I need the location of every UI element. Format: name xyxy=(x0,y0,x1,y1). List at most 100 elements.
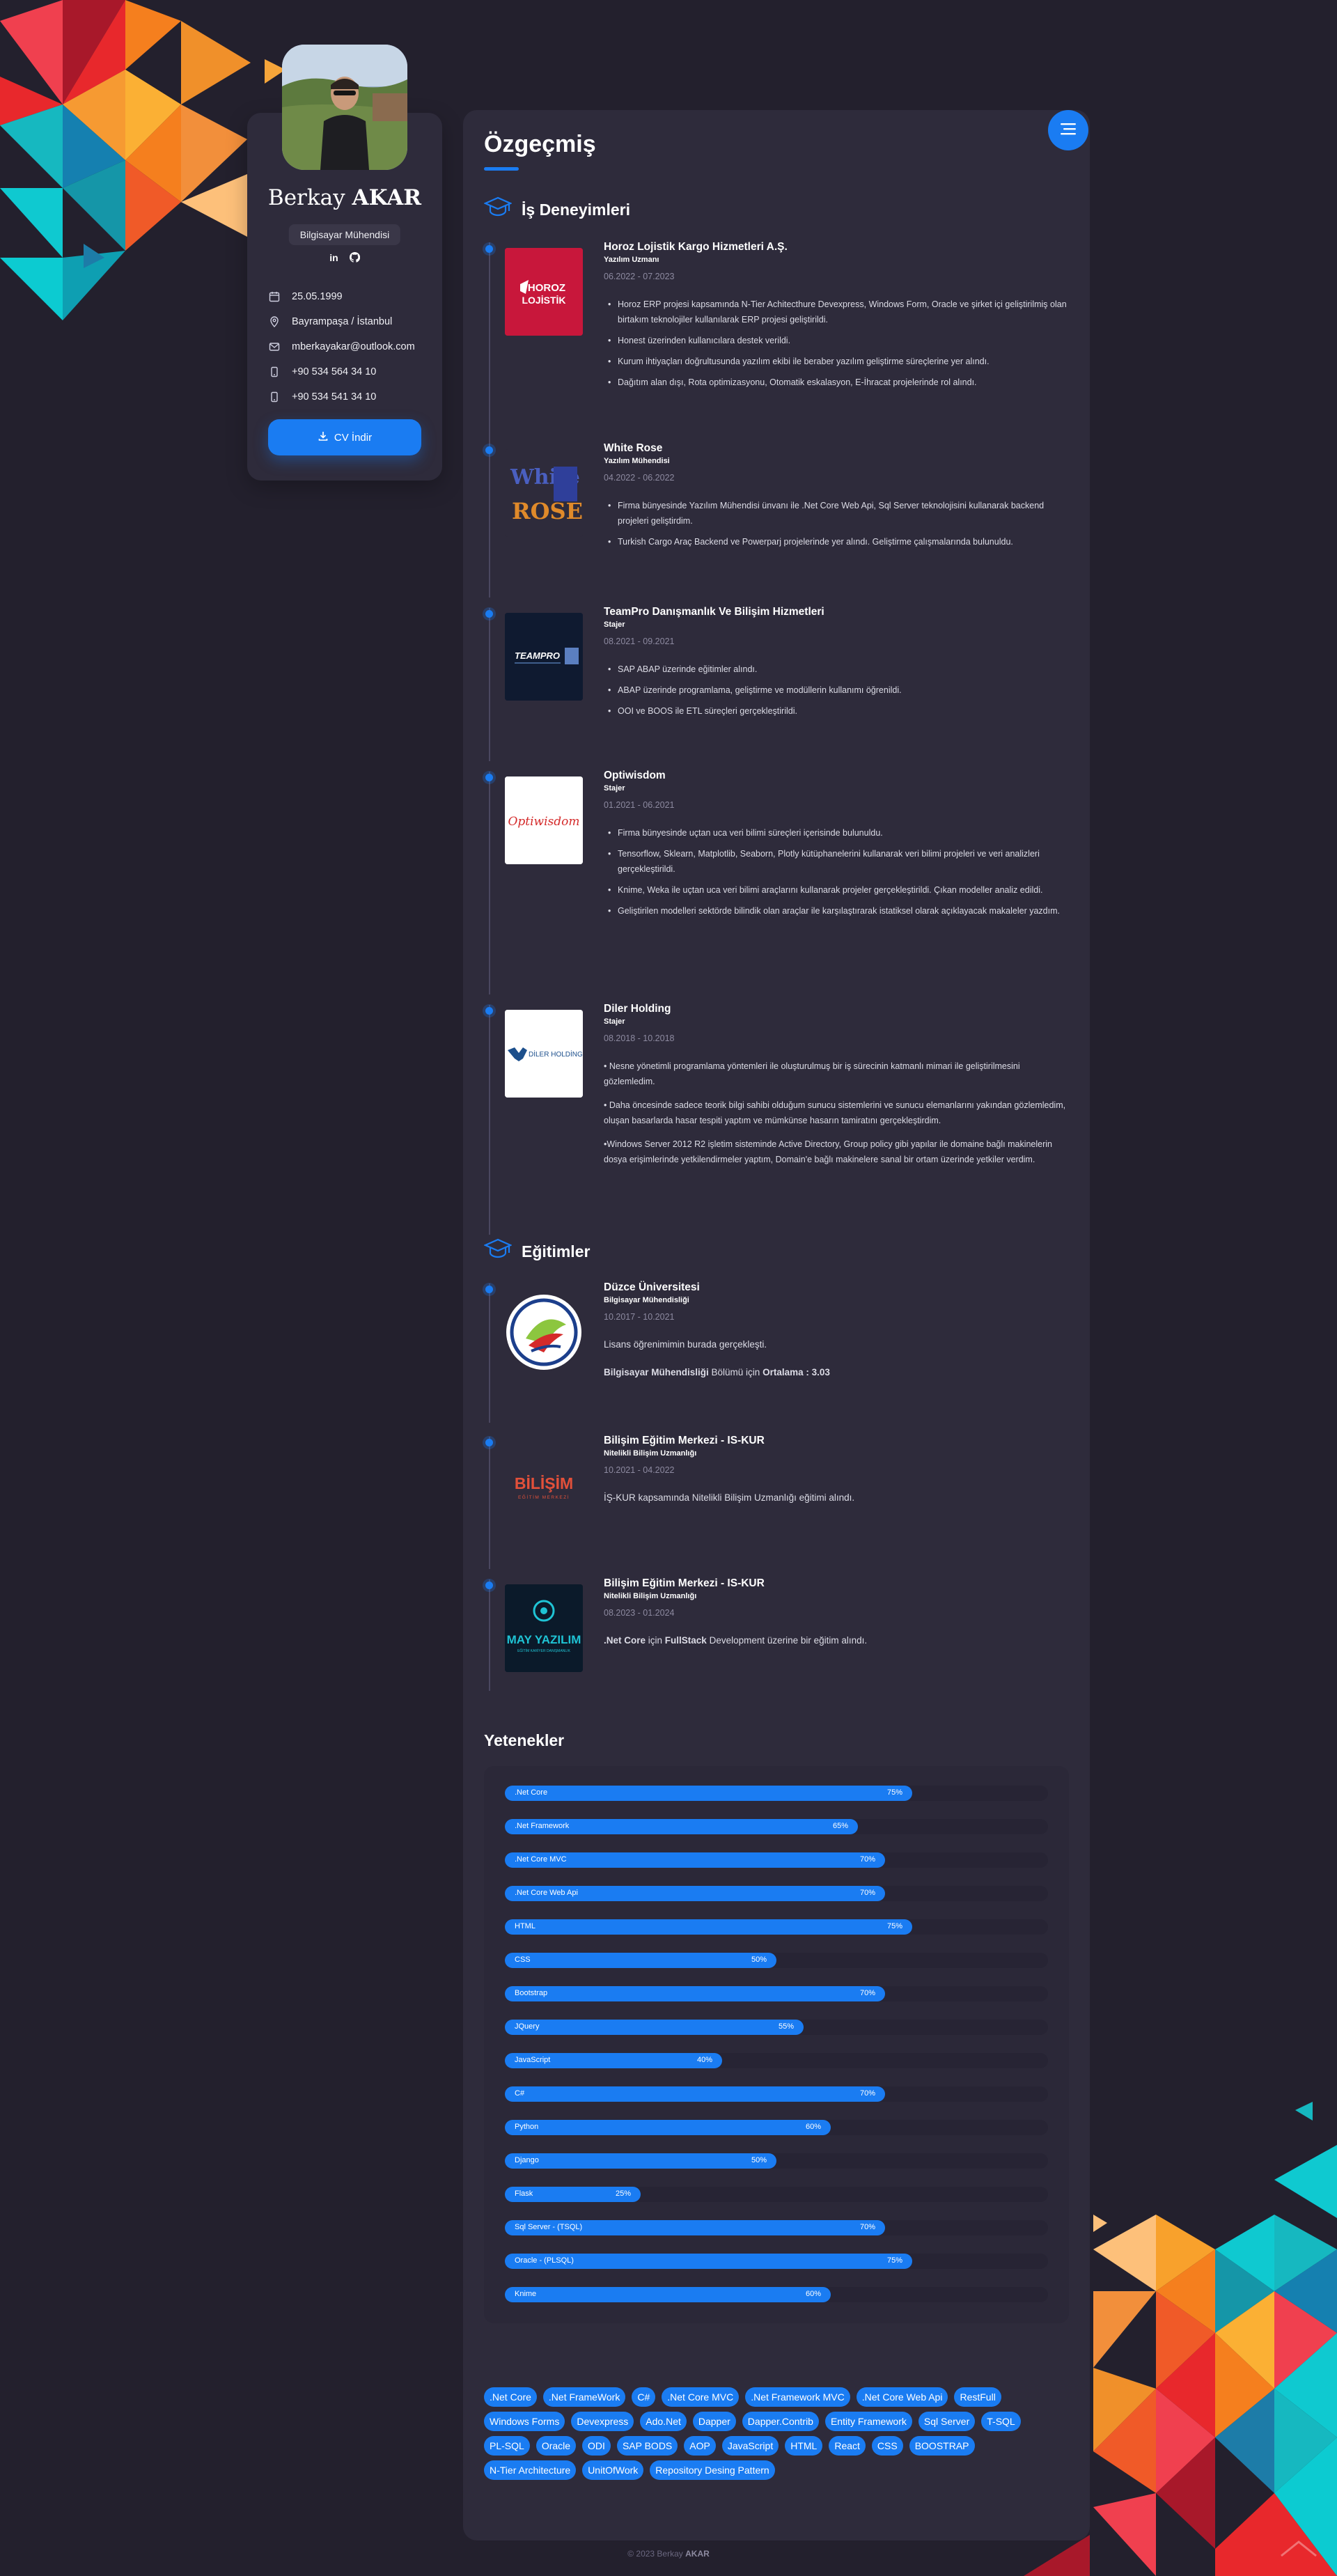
date-range: 08.2018 - 10.2018 xyxy=(604,1033,675,1043)
hamburger-menu-icon xyxy=(1061,123,1076,139)
detail-paragraph: • Nesne yönetimli programlama yöntemleri… xyxy=(604,1061,1020,1086)
technology-tag: React xyxy=(829,2436,866,2456)
avatar xyxy=(282,45,407,170)
company-name: Diler Holding xyxy=(604,1003,671,1015)
svg-text:MAY YAZILIM: MAY YAZILIM xyxy=(507,1633,581,1646)
location-row: Bayrampaşa / İstanbul xyxy=(268,309,428,334)
github-icon[interactable] xyxy=(349,251,360,265)
menu-button[interactable] xyxy=(1048,110,1088,150)
experience-heading: İş Deneyimleri xyxy=(483,195,630,224)
svg-text:DİLER HOLDİNG: DİLER HOLDİNG xyxy=(529,1049,583,1059)
school-name: Bilişim Eğitim Merkezi - IS-KUR xyxy=(604,1577,765,1589)
skill-name: Sql Server - (TSQL) xyxy=(515,2223,583,2231)
skill-percent: 60% xyxy=(805,2123,821,2131)
skill-bar-fill: .Net Core MVC 70% xyxy=(505,1852,885,1868)
page-title: Özgeçmiş xyxy=(484,131,596,157)
education-item: BİLİŞİM EĞİTİM MERKEZİ Bilişim Eğitim Mer… xyxy=(484,1435,1069,1574)
school-logo xyxy=(505,1288,583,1376)
role-title: Yazılım Uzmanı xyxy=(604,256,659,264)
cv-download-button[interactable]: CV İndir xyxy=(268,419,421,455)
skill-row: Oracle - (PLSQL) 75% xyxy=(505,2254,1048,2269)
skill-bar-fill: Flask 25% xyxy=(505,2187,641,2202)
graduation-cap-icon xyxy=(483,1237,513,1266)
skill-percent: 70% xyxy=(859,2089,875,2098)
skill-bar-fill: JQuery 55% xyxy=(505,2020,804,2035)
skill-name: .Net Core Web Api xyxy=(515,1889,578,1897)
company-logo: Optiwisdom xyxy=(505,776,583,864)
technology-tag: ODI xyxy=(582,2436,611,2456)
company-logo: TEAMPRO xyxy=(505,613,583,701)
technology-tag: T-SQL xyxy=(981,2412,1021,2431)
skill-name: Bootstrap xyxy=(515,1989,548,1997)
social-links: in xyxy=(247,251,442,265)
svg-text:Optiwisdom: Optiwisdom xyxy=(508,815,579,829)
svg-text:EĞİTİM KARİYER DANIŞMANLIK: EĞİTİM KARİYER DANIŞMANLIK xyxy=(517,1648,571,1653)
technology-tag: Oracle xyxy=(535,2436,577,2456)
experience-details: Horoz ERP projesi kapsamında N-Tier Achi… xyxy=(604,297,1069,396)
program-title: Nitelikli Bilişim Uzmanlığı xyxy=(604,1449,697,1458)
technology-tag: Devexpress xyxy=(571,2412,634,2431)
skill-bars: .Net Core 75% .Net Framework 65% .Net Core M… xyxy=(484,1766,1069,2323)
detail-paragraph: İŞ-KUR kapsamında Nitelikli Bilişim Uzma… xyxy=(604,1492,855,1503)
horoz-logo-text: HOROZ xyxy=(528,282,565,294)
skill-name: Flask xyxy=(515,2189,533,2198)
phone-row-2[interactable]: +90 534 541 34 10 xyxy=(268,384,428,409)
skill-bar-fill: Sql Server - (TSQL) 70% xyxy=(505,2220,885,2235)
skill-bar-fill: Knime 60% xyxy=(505,2287,831,2302)
linkedin-icon[interactable]: in xyxy=(329,252,338,265)
detail-item: Kurum ihtiyaçları doğrultusunda yazılım … xyxy=(604,354,1069,369)
skill-bar-fill: .Net Core 75% xyxy=(505,1786,912,1801)
skill-row: .Net Core 75% xyxy=(505,1786,1048,1801)
technology-tag: .Net Core Web Api xyxy=(856,2387,948,2407)
skill-name: .Net Core MVC xyxy=(515,1855,567,1864)
timeline-dot xyxy=(485,1286,493,1293)
role-title: Yazılım Mühendisi xyxy=(604,457,670,465)
detail-item: Dağıtım alan dışı, Rota optimizasyonu, O… xyxy=(604,375,1069,390)
skill-percent: 75% xyxy=(886,1922,902,1930)
footer: © 2023 Berkay AKAR xyxy=(627,2549,710,2559)
skill-percent: 75% xyxy=(886,1788,902,1797)
phone-row-1[interactable]: +90 534 564 34 10 xyxy=(268,359,428,384)
technology-tag: Dapper.Contrib xyxy=(742,2412,819,2431)
skill-name: JavaScript xyxy=(515,2056,551,2064)
detail-item: Firma bünyesinde Yazılım Mühendisi ünvan… xyxy=(604,498,1069,529)
education-item: Düzce Üniversitesi Bilgisayar Mühendisli… xyxy=(484,1281,1069,1428)
experience-item: White ROSE White Rose Yazılım Mühendisi 0… xyxy=(484,442,1069,595)
svg-text:BİLİŞİM: BİLİŞİM xyxy=(515,1474,573,1492)
email-row[interactable]: mberkayakar@outlook.com xyxy=(268,334,428,359)
timeline-dot xyxy=(485,1007,493,1015)
date-range: 08.2023 - 01.2024 xyxy=(604,1608,675,1618)
detail-paragraph: .Net Core için FullStack Development üze… xyxy=(604,1635,868,1646)
svg-text:EĞİTİM MERKEZİ: EĞİTİM MERKEZİ xyxy=(518,1494,570,1500)
timeline-dot xyxy=(485,245,493,253)
resume-panel: Özgeçmiş İş Deneyimleri HOROZ LOJİSTİK Ho… xyxy=(463,110,1090,2540)
detail-item: SAP ABAP üzerinde eğitimler alındı. xyxy=(604,662,1069,677)
graduation-cap-icon xyxy=(483,195,513,224)
timeline-dot xyxy=(485,774,493,781)
technology-tag: Windows Forms xyxy=(484,2412,565,2431)
skill-name: Knime xyxy=(515,2290,537,2298)
skill-bar-fill: CSS 50% xyxy=(505,1953,776,1968)
date-range: 08.2021 - 09.2021 xyxy=(604,637,675,646)
detail-paragraph: • Daha öncesinde sadece teorik bilgi sah… xyxy=(604,1100,1066,1125)
skill-row: .Net Core MVC 70% xyxy=(505,1852,1048,1868)
experience-details: • Nesne yönetimli programlama yöntemleri… xyxy=(604,1059,1069,1176)
school-logo: MAY YAZILIM EĞİTİM KARİYER DANIŞMANLIK xyxy=(505,1584,583,1672)
date-range: 04.2022 - 06.2022 xyxy=(604,473,675,483)
experience-item: TEAMPRO TeamPro Danışmanlık Ve Bilişim H… xyxy=(484,606,1069,759)
job-title-badge: Bilgisayar Mühendisi xyxy=(288,224,401,245)
skill-row: Sql Server - (TSQL) 70% xyxy=(505,2220,1048,2235)
skill-bar-fill: Oracle - (PLSQL) 75% xyxy=(505,2254,912,2269)
envelope-icon xyxy=(268,341,281,353)
skill-percent: 55% xyxy=(778,2022,794,2031)
detail-item: ABAP üzerinde programlama, geliştirme ve… xyxy=(604,682,1069,698)
skill-percent: 70% xyxy=(859,1989,875,1997)
education-heading: Eğitimler xyxy=(483,1237,590,1266)
technology-tag: Entity Framework xyxy=(824,2412,912,2431)
technology-tag: Sql Server xyxy=(918,2412,976,2431)
detail-paragraph: Bilgisayar Mühendisliği Bölümü için Orta… xyxy=(604,1367,830,1377)
technology-tag: UnitOfWork xyxy=(582,2460,644,2480)
detail-item: Tensorflow, Sklearn, Matplotlib, Seaborn… xyxy=(604,846,1069,877)
experience-details: Firma bünyesinde uçtan uca veri bilimi s… xyxy=(604,825,1069,924)
skill-name: JQuery xyxy=(515,2022,540,2031)
